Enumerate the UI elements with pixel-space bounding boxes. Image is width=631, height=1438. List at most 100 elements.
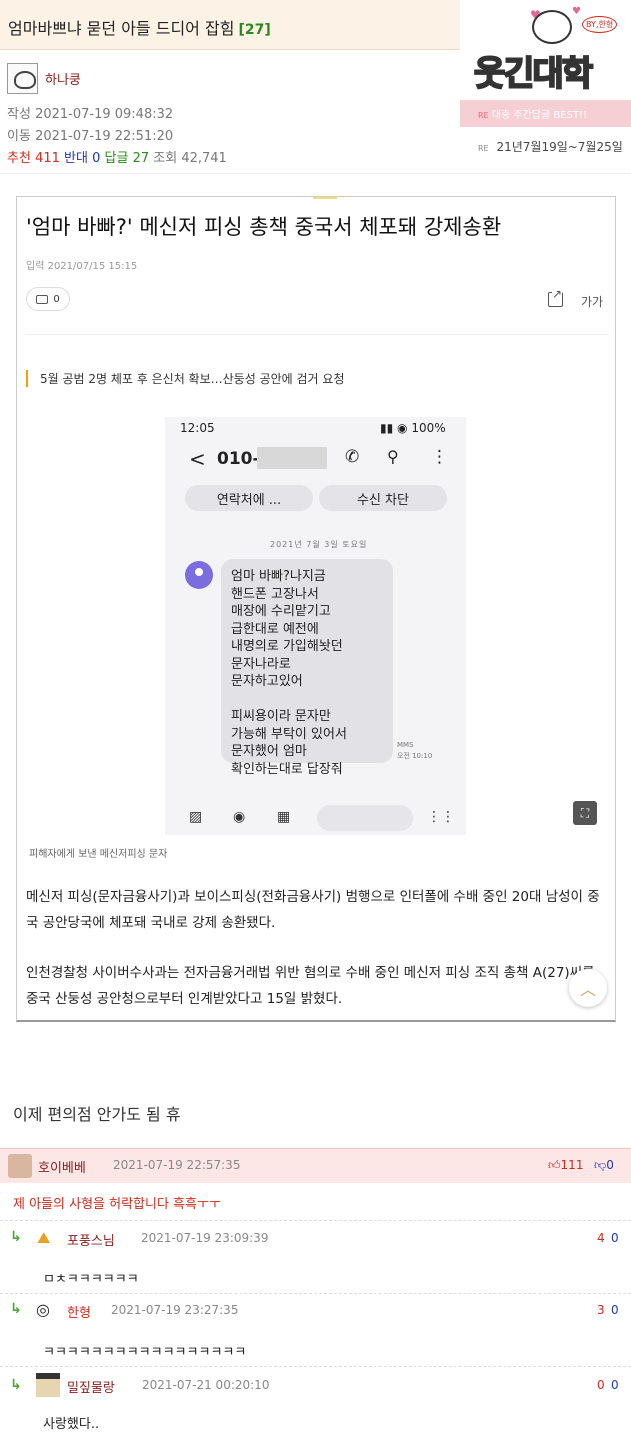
view-label: 조회 [153,151,178,166]
site-logo[interactable]: ♥ ♥ BY,한형 웃긴대학 [460,0,631,100]
comment-nick[interactable]: 한형 [67,1302,91,1321]
comment-date: 2021-07-19 23:27:35 [111,1303,239,1317]
add-contact-button: 연락처에 ... [185,485,313,511]
back-icon: < [189,447,206,471]
written-label: 작성 [7,107,31,122]
blurred-number [257,447,327,469]
reply-text: 사랑했다.. [43,1417,100,1432]
reply-count: 27 [132,151,150,166]
font-size-button[interactable]: 가가 [581,293,603,310]
post-header: 엄마바쁘냐 묻던 아들 드디어 잡힘 [27] [0,0,460,50]
mascot-icon [532,10,572,44]
message-bubble: 엄마 바빠?나지금 핸드폰 고장나서 매장에 수리맡기고 급한대로 예전에 내명… [221,559,393,777]
avatar: ◎ [36,1300,50,1319]
reply-arrow-icon: ↳ [10,1229,22,1245]
sender-avatar-icon [185,561,213,589]
best-banner[interactable]: RE 대충 주간답글 BEST!! [460,100,631,127]
comment-nick[interactable]: 호이베베 [38,1157,86,1176]
comment-count[interactable]: [27] [238,22,270,38]
avatar: ⛰ [37,1228,51,1247]
view-count: 42,741 [181,151,227,166]
comment-date: 2021-07-19 23:09:39 [141,1231,269,1245]
thumbs-up-icon: 👍︎ [548,1158,561,1172]
image-icon: ▨ [189,809,203,825]
camera-icon: ◉ [233,809,246,825]
avatar [7,62,38,94]
reply-label: 답글 [104,151,129,166]
downvote-count[interactable]: 0 [611,1231,619,1245]
post-title-text: 엄마바쁘냐 묻던 아들 드디어 잡힘 [8,19,235,38]
upvote-count: 111 [560,1158,584,1172]
article-card: '엄마 바빠?' 메신저 피싱 총책 중국서 체포돼 강제송환 입력 2021/… [16,196,616,1022]
comment-nick[interactable]: 밀짚물랑 [67,1377,115,1396]
written-date: 작성 2021-07-19 09:48:32 [7,103,173,122]
top-mark [313,197,337,199]
share-icon[interactable] [548,287,563,307]
reply-arrow-icon: ↳ [10,1301,22,1317]
divider [0,173,631,174]
status-bar: 12:05 ▮▮ ◉ 100% [180,421,446,435]
article-title: '엄마 바빠?' 메신저 피싱 총책 중국서 체포돼 강제송환 [26,215,502,239]
post-body-text: 이제 편의점 안가도 됨 휴 [13,1105,181,1124]
battery-text: 100% [411,421,446,435]
re-icon: RE [478,144,489,153]
reply-text: ㅋㅋㅋㅋㅋㅋㅋㅋㅋㅋㅋㅋㅋㅋㅋㅋㅋ [43,1345,247,1360]
upvote-button[interactable]: 👍︎111 [548,1158,583,1173]
downvote-button[interactable]: 👎︎0 [594,1158,614,1173]
rec-count: 411 [35,151,60,166]
logo-badge: BY,한형 [582,16,618,33]
reply-row [0,1366,631,1367]
search-icon: ⚲ [387,447,399,466]
comment-icon [36,294,49,304]
author-name[interactable]: 하나쿵 [45,69,81,88]
status-time: 12:05 [180,421,215,435]
article-comment-count: 0 [53,293,60,305]
comment-nick[interactable]: 포풍스님 [67,1230,115,1249]
thumbs-down-icon: 👎︎ [594,1158,607,1172]
downvote-count[interactable]: 0 [611,1303,619,1317]
article-subtitle: 5월 공범 2명 체포 후 은신처 확보…산둥성 공안에 검거 요청 [26,370,344,387]
scroll-top-button[interactable]: ︿ [569,969,607,1007]
apps-icon: ▦ [277,809,291,825]
article-image: 12:05 ▮▮ ◉ 100% < 010- ✆ ⚲ ⋮ 연락처에 ... 수신… [165,417,466,835]
opp-count: 0 [92,151,101,166]
date-range-text: 21년7월19일~7월25일 [496,140,623,154]
moved-value: 2021-07-19 22:51:20 [35,129,174,144]
avatar [36,1373,60,1397]
author[interactable]: 하나쿵 [7,62,81,94]
message-meta: MMS 오전 10:10 [397,740,432,762]
opp-label: 반대 [64,151,88,166]
image-caption: 피해자에게 보낸 메신저피싱 문자 [29,849,168,860]
reply-row [0,1293,631,1294]
message-time: 오전 10:10 [397,752,433,760]
reply-text: ㅁㅊㅋㅋㅋㅋㅋㅋ [43,1272,139,1287]
phone-call-icon: ✆ [345,447,360,467]
mms-label: MMS [397,741,414,749]
comment-date: 2021-07-21 00:20:10 [142,1378,270,1392]
expand-icon[interactable]: ⛶ [573,801,597,825]
phone-number: 010- [217,449,260,469]
post-stats: 추천 411 반대 0 답글 27 조회 42,741 [7,147,227,166]
article-date: 입력 2021/07/15 15:15 [26,261,138,272]
best-banner-text: 대충 주간답글 BEST!! [491,110,588,121]
upvote-count[interactable]: 4 [597,1231,605,1245]
block-button: 수신 차단 [319,485,447,511]
post-title: 엄마바쁘냐 묻던 아들 드디어 잡힘 [27] [8,15,271,39]
article-comment-button[interactable]: 0 [26,287,70,311]
rec-label: 추천 [7,151,31,166]
avatar [8,1154,32,1178]
reply-arrow-icon: ↳ [10,1377,22,1393]
best-comment-text: 제 아들의 사형을 허락합니다 흑흑ㅜㅜ [13,1197,221,1212]
re-icon: RE [478,111,489,120]
upvote-count[interactable]: 3 [597,1303,605,1317]
best-comment: 호이베베 2021-07-19 22:57:35 👍︎111 👎︎0 [0,1148,631,1183]
heart-icon: ♥ [572,6,581,17]
comment-date: 2021-07-19 22:57:35 [113,1158,241,1172]
downvote-count[interactable]: 0 [611,1378,619,1392]
written-value: 2021-07-19 09:48:32 [35,107,174,122]
divider [25,334,609,335]
reply-row [0,1220,631,1221]
logo-text: 웃긴대학 [473,53,594,95]
moved-label: 이동 [7,129,31,144]
upvote-count[interactable]: 0 [597,1378,605,1392]
